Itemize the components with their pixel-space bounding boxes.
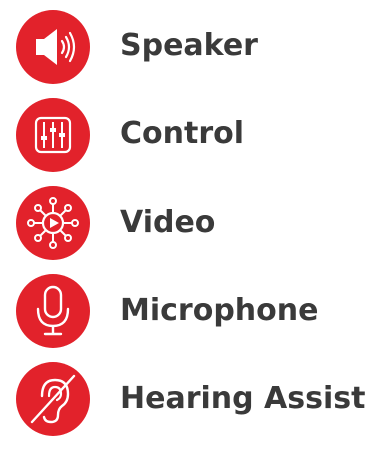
hearing-assist-icon [16,362,90,436]
feature-item-microphone: Microphone [0,271,379,351]
video-network-icon [16,186,90,260]
feature-item-hearing-assist: Hearing Assist [0,359,379,439]
feature-label-control: Control [120,116,245,151]
feature-label-speaker: Speaker [120,28,258,63]
microphone-icon [16,274,90,348]
feature-item-video: Video [0,183,379,263]
feature-label-hearing-assist: Hearing Assist [120,381,366,416]
feature-label-video: Video [120,205,216,240]
control-sliders-icon [16,98,90,172]
speaker-icon [16,10,90,84]
feature-item-speaker: Speaker [0,7,379,87]
feature-label-microphone: Microphone [120,293,319,328]
feature-item-control: Control [0,95,379,175]
